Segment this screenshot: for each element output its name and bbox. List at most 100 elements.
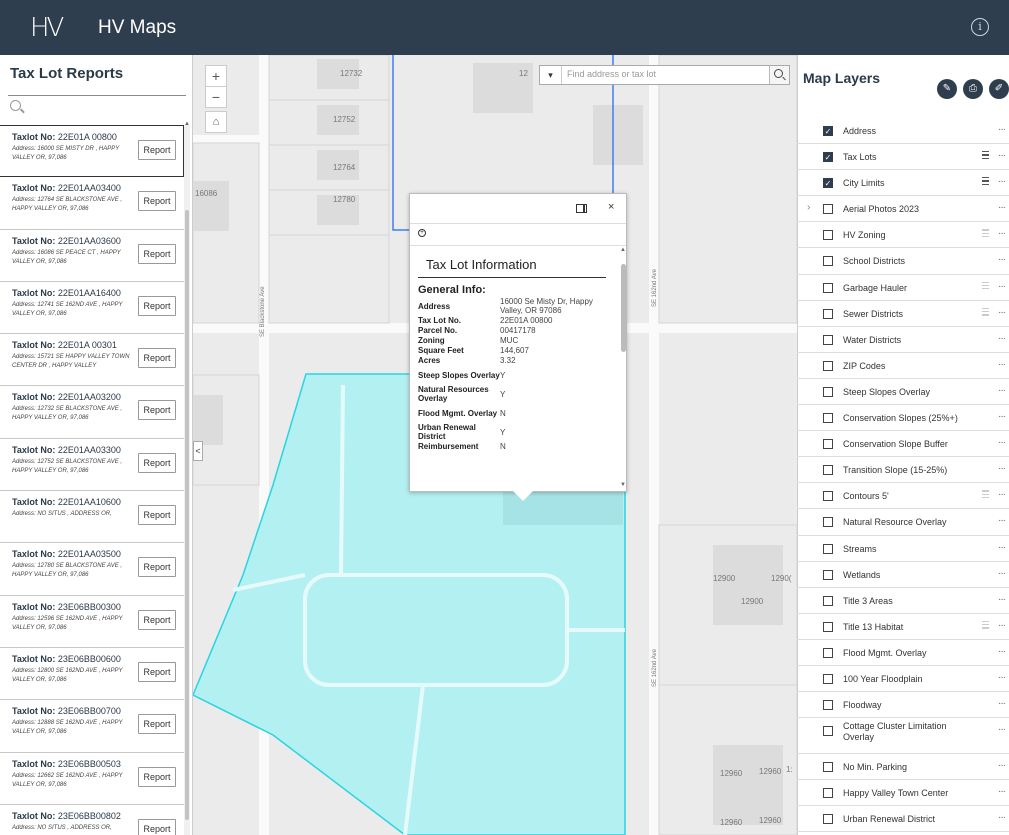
report-button[interactable]: Report — [138, 348, 176, 369]
legend-icon[interactable] — [979, 229, 989, 239]
more-options-icon[interactable]: ··· — [998, 542, 1006, 553]
legend-icon[interactable] — [979, 151, 989, 161]
layer-checkbox[interactable] — [823, 569, 833, 580]
zoom-in-button[interactable]: + — [205, 65, 227, 87]
report-button[interactable]: Report — [138, 714, 176, 735]
layer-row[interactable]: ✓ Tax Lots ··· — [797, 144, 1009, 171]
layer-checkbox[interactable] — [823, 700, 833, 711]
layer-checkbox[interactable] — [823, 491, 833, 502]
layer-row[interactable]: Conservation Slope Buffer ··· — [797, 431, 1009, 458]
report-button[interactable]: Report — [138, 505, 176, 526]
more-options-icon[interactable]: ··· — [998, 698, 1006, 709]
layer-row[interactable]: Title 3 Areas ··· — [797, 588, 1009, 614]
layer-row[interactable]: Flood Mgmt. Overlay ··· — [797, 640, 1009, 666]
scroll-up-arrow-icon[interactable]: ▲ — [620, 247, 626, 253]
more-options-icon[interactable]: ··· — [998, 385, 1006, 396]
layer-row[interactable]: Conservation Slopes (25%+) ··· — [797, 405, 1009, 432]
taxlot-list-item[interactable]: Taxlot No: 23E06BB00802 Address: NO SITUS… — [0, 805, 184, 835]
report-button[interactable]: Report — [138, 818, 176, 835]
print-icon[interactable]: ⎙ — [963, 79, 983, 99]
more-options-icon[interactable]: ··· — [998, 489, 1006, 500]
layer-row[interactable]: Cottage Cluster Limitation Overlay ··· — [797, 718, 1009, 755]
report-button[interactable]: Report — [138, 609, 176, 630]
taxlot-list-item[interactable]: Taxlot No: 22E01AA16400 Address: 12741 SE… — [0, 282, 184, 335]
layer-row[interactable]: Happy Valley Town Center ··· — [797, 780, 1009, 807]
report-button[interactable]: Report — [138, 140, 176, 160]
layer-row[interactable]: › Aerial Photos 2023 ··· — [797, 196, 1009, 223]
report-button[interactable]: Report — [138, 191, 176, 212]
report-button[interactable]: Report — [138, 661, 176, 682]
layer-checkbox[interactable] — [823, 814, 833, 825]
taxlot-list-item[interactable]: Taxlot No: 22E01AA03300 Address: 12752 SE… — [0, 439, 184, 492]
collapse-panel-button[interactable]: < — [193, 441, 203, 461]
map-search-input[interactable]: Find address or tax lot — [567, 69, 656, 79]
more-options-icon[interactable]: ··· — [998, 228, 1006, 239]
more-options-icon[interactable]: ··· — [998, 594, 1006, 605]
report-button[interactable]: Report — [138, 452, 176, 473]
layer-checkbox[interactable] — [823, 308, 833, 319]
layer-checkbox[interactable] — [823, 386, 833, 397]
popup-scrollbar-thumb[interactable] — [621, 264, 626, 352]
more-options-icon[interactable]: ··· — [998, 568, 1006, 579]
layer-row[interactable]: Wetlands ··· — [797, 562, 1009, 588]
legend-icon[interactable] — [979, 490, 989, 500]
layer-checkbox[interactable] — [823, 256, 833, 267]
more-options-icon[interactable]: ··· — [998, 724, 1006, 735]
taxlot-list-item[interactable]: Taxlot No: 22E01A 00301 Address: 15721 SE… — [0, 334, 184, 387]
more-options-icon[interactable]: ··· — [998, 359, 1006, 370]
layer-row[interactable]: 100 Year Floodplain ··· — [797, 666, 1009, 693]
layer-row[interactable]: Transition Slope (15-25%) ··· — [797, 457, 1009, 484]
list-scrollbar-thumb[interactable] — [185, 210, 189, 820]
layer-row[interactable]: Natural Resource Overlay ··· — [797, 509, 1009, 536]
layer-row[interactable]: Sewer Districts ··· — [797, 301, 1009, 327]
zoom-out-button[interactable]: − — [205, 86, 227, 108]
popup-scrollbar[interactable]: ▲ ▼ — [620, 246, 627, 492]
report-button[interactable]: Report — [138, 243, 176, 264]
more-options-icon[interactable]: ··· — [998, 150, 1006, 161]
more-options-icon[interactable]: ··· — [998, 760, 1006, 771]
legend-icon[interactable] — [979, 281, 989, 292]
taxlot-list-item[interactable]: Taxlot No: 22E01AA03400 Address: 12764 SE… — [0, 177, 184, 230]
layer-checkbox[interactable]: ✓ — [823, 178, 833, 189]
layer-checkbox[interactable] — [823, 413, 833, 424]
layer-checkbox[interactable] — [823, 517, 833, 528]
close-icon[interactable]: × — [608, 201, 614, 213]
map-view[interactable]: 12732 12 12752 12764 12780 16086 12900 1… — [193, 55, 797, 835]
taxlot-list-item[interactable]: Taxlot No: 23E06BB00600 Address: 12800 SE… — [0, 648, 184, 701]
draw-icon[interactable]: ✐ — [989, 79, 1009, 99]
more-options-icon[interactable]: ··· — [998, 254, 1006, 265]
more-options-icon[interactable]: ··· — [998, 620, 1006, 631]
legend-icon[interactable] — [979, 177, 989, 187]
layer-row[interactable]: Streams ··· — [797, 536, 1009, 562]
layer-checkbox[interactable] — [823, 621, 833, 632]
layer-checkbox[interactable] — [823, 204, 833, 215]
taxlot-list-item[interactable]: Taxlot No: 22E01AA10600 Address: NO SITUS… — [0, 491, 184, 544]
more-options-icon[interactable]: ··· — [998, 786, 1006, 797]
report-button[interactable]: Report — [138, 400, 176, 421]
layer-checkbox[interactable] — [823, 595, 833, 606]
home-icon[interactable]: ⌂ — [205, 111, 227, 133]
hv-logo[interactable]: HV — [30, 13, 90, 43]
layer-row[interactable]: Steep Slopes Overlay ··· — [797, 379, 1009, 406]
layer-checkbox[interactable] — [823, 439, 833, 450]
legend-icon[interactable] — [979, 307, 989, 318]
taxlot-list-item[interactable]: Taxlot No: 23E06BB00300 Address: 12596 SE… — [0, 596, 184, 648]
layer-checkbox[interactable]: ✓ — [823, 126, 833, 136]
chevron-right-icon[interactable]: › — [807, 202, 810, 213]
layer-checkbox[interactable] — [823, 543, 833, 554]
layer-checkbox[interactable] — [823, 465, 833, 476]
layer-checkbox[interactable] — [823, 673, 833, 684]
more-options-icon[interactable]: ··· — [998, 437, 1006, 448]
map-search-box[interactable]: ▾ Find address or tax lot — [539, 65, 790, 85]
more-options-icon[interactable]: ··· — [998, 176, 1006, 187]
layer-row[interactable]: Garbage Hauler ··· — [797, 275, 1009, 301]
scroll-up-arrow-icon[interactable]: ▲ — [184, 121, 190, 127]
layer-checkbox[interactable] — [823, 360, 833, 371]
layer-row[interactable]: No Min. Parking ··· — [797, 754, 1009, 781]
more-options-icon[interactable]: ··· — [998, 515, 1006, 526]
more-options-icon[interactable]: ··· — [998, 672, 1006, 683]
more-options-icon[interactable]: ··· — [998, 202, 1006, 213]
layer-checkbox[interactable] — [823, 762, 833, 773]
layer-row[interactable]: ZIP Codes ··· — [797, 353, 1009, 379]
layer-row[interactable]: Water Districts ··· — [797, 327, 1009, 353]
